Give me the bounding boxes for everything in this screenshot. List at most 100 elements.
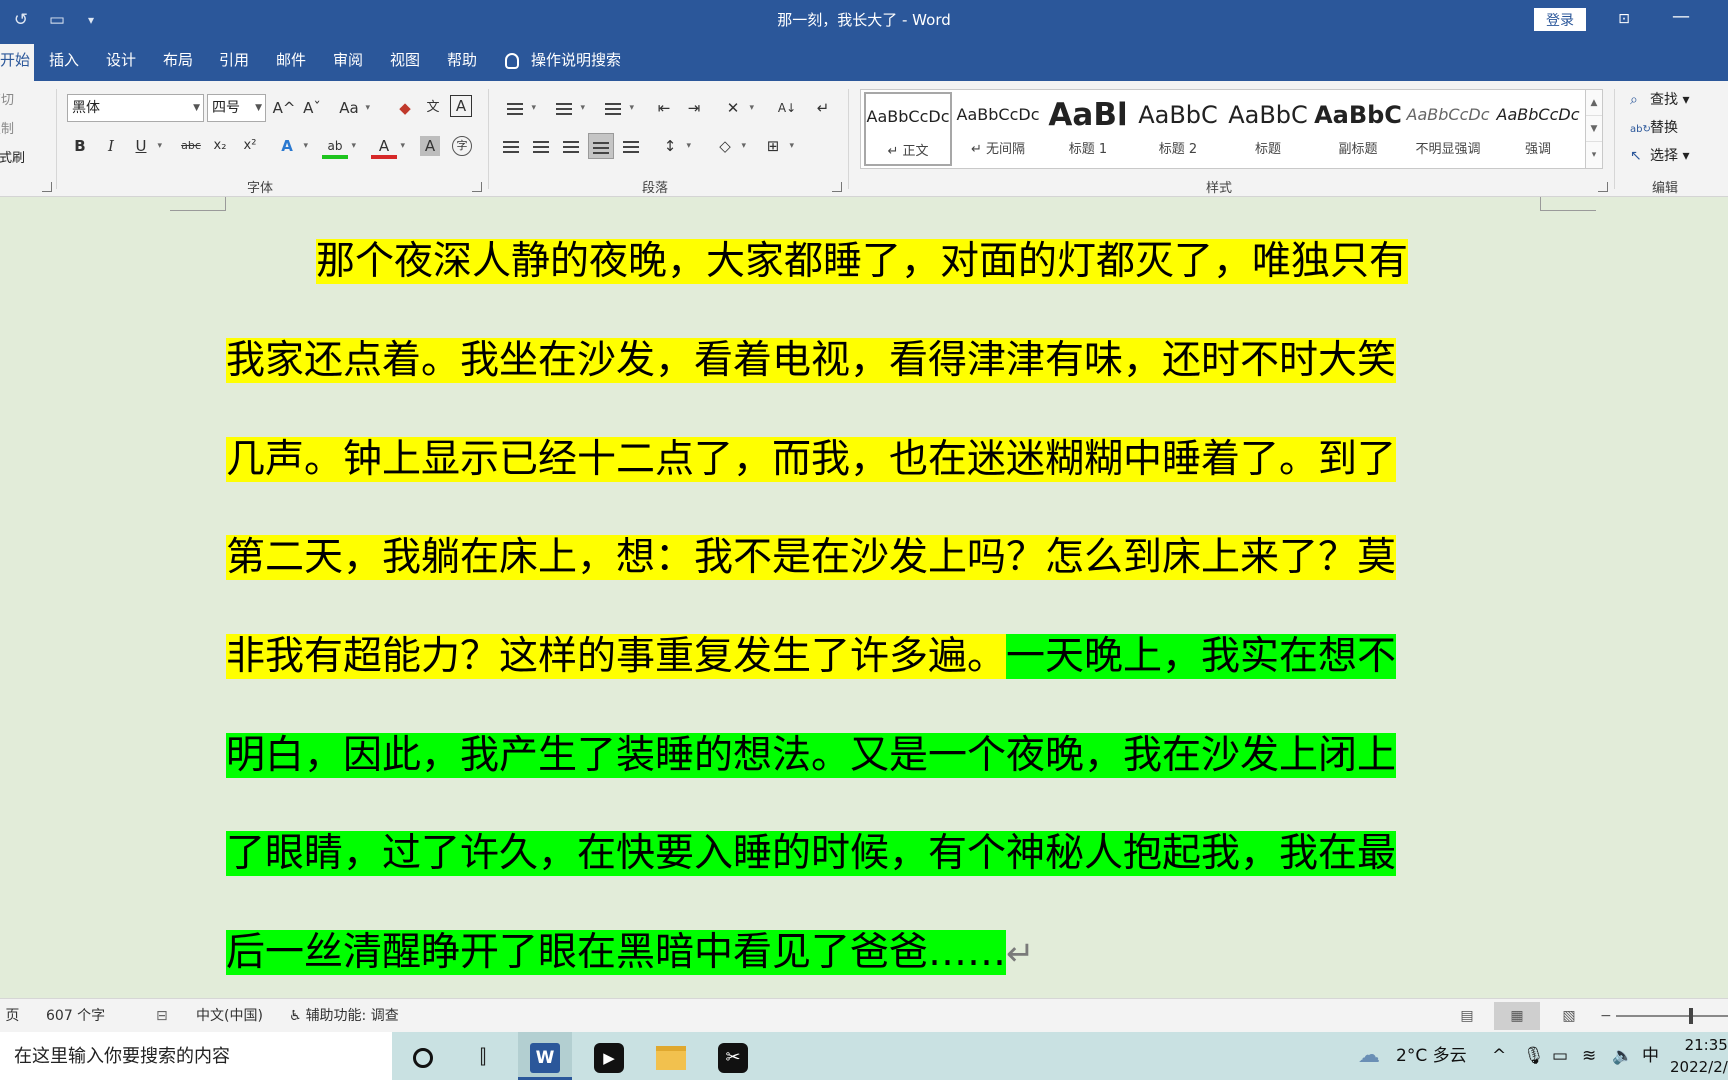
minimize-icon[interactable]: — [1670,6,1692,28]
cortana-icon[interactable] [405,1038,441,1074]
character-border-button[interactable]: A [450,95,472,117]
tab-home[interactable]: 开始 [0,44,34,81]
show-marks-button[interactable]: ↵ [810,95,836,121]
font-name-combo[interactable]: 黑体 ▼ [67,94,204,122]
text-effects-button[interactable]: A [274,133,308,159]
login-button[interactable]: 登录 [1534,8,1586,31]
decrease-indent-button[interactable]: ⇤ [651,95,677,121]
clear-formatting-icon[interactable]: ◆ [392,95,418,121]
shading-button[interactable]: ◇ [712,133,746,159]
style-subtle-emphasis[interactable]: AaBbCcDc 不明显强调 [1404,92,1492,166]
screen-recorder-app-icon[interactable]: ▶ [591,1038,627,1074]
task-view-icon[interactable]: ⫿ [465,1038,501,1074]
weather-status[interactable]: 2°C 多云 [1396,1032,1467,1080]
align-left-button[interactable] [498,133,524,159]
style-title[interactable]: AaBbC 标题 [1224,92,1312,166]
document-line[interactable]: 我家还点着。我坐在沙发，看着电视，看得津津有味，还时不时大笑 [226,332,1540,390]
align-right-button[interactable] [558,133,584,159]
distributed-button[interactable] [618,133,644,159]
borders-button[interactable]: ⊞ [760,133,794,159]
document-line[interactable]: 后一丝清醒睁开了眼在黑暗中看见了爸爸……↵ [226,924,1540,982]
document-line[interactable]: 明白，因此，我产生了装睡的想法。又是一个夜晚，我在沙发上闭上 [226,727,1540,785]
print-layout-icon[interactable]: ▦ [1494,1002,1540,1030]
document-line[interactable]: 了眼睛，过了许久，在快要入睡的时候，有个神秘人抱起我，我在最 [226,825,1540,883]
read-mode-icon[interactable]: ▤ [1444,1002,1490,1030]
tab-insert[interactable]: 插入 [49,40,79,81]
document-line[interactable]: 几声。钟上显示已经十二点了，而我，也在迷迷糊糊中睡着了。到了 [226,431,1540,489]
style-normal[interactable]: AaBbCcDc ↵ 正文 [864,92,952,166]
zoom-slider-knob[interactable] [1689,1008,1693,1024]
copy-button[interactable]: 复制 [0,118,14,137]
enclose-characters-button[interactable]: 字 [452,136,472,156]
style-heading-1[interactable]: AaBl 标题 1 [1044,92,1132,166]
subscript-button[interactable]: x₂ [207,133,233,159]
bold-button[interactable]: B [67,133,93,159]
styles-gallery-scroll[interactable]: ▲ ▼ ▾ [1586,89,1603,169]
paragraph-launcher-icon[interactable] [832,182,842,192]
find-button[interactable]: ⌕ 查找 ▾ [1630,89,1689,109]
cloudy-weather-icon[interactable]: ☁ [1358,1032,1380,1080]
increase-indent-button[interactable]: ⇥ [681,95,707,121]
battery-icon[interactable]: ▭ [1552,1032,1568,1080]
more-styles-icon[interactable]: ▾ [1586,142,1602,168]
italic-button[interactable]: I [98,133,124,159]
word-app-icon[interactable]: W [527,1038,563,1074]
taskbar-search-input[interactable] [0,1032,392,1080]
tab-references[interactable]: 引用 [219,40,249,81]
system-clock[interactable]: 21:35 2022/2/ [1670,1034,1728,1078]
page-count[interactable]: 2 页 [0,999,19,1033]
multilevel-list-button[interactable] [600,95,634,121]
clipboard-launcher-icon[interactable] [42,182,52,192]
wifi-icon[interactable]: ≋ [1582,1032,1596,1080]
style-subtitle[interactable]: AaBbC 副标题 [1314,92,1402,166]
tab-layout[interactable]: 布局 [163,40,193,81]
select-button[interactable]: ↖ 选择 ▾ [1630,145,1689,165]
taskbar-search[interactable] [0,1032,392,1080]
language-indicator[interactable]: 中文(中国) [196,999,263,1033]
document-line[interactable]: 非我有超能力？这样的事重复发生了许多遍。一天晚上，我实在想不 [226,628,1540,686]
tab-mailings[interactable]: 邮件 [276,40,306,81]
zoom-out-icon[interactable]: − [1600,999,1612,1033]
highlight-color-button[interactable]: ab [322,133,356,159]
document-canvas[interactable]: 那个夜深人静的夜晚，大家都睡了，对面的灯都灭了，唯独只有 我家还点着。我坐在沙发… [0,197,1728,998]
document-line[interactable]: 第二天，我躺在床上，想：我不是在沙发上吗？怎么到床上来了？莫 [226,529,1540,587]
align-center-button[interactable] [528,133,554,159]
tab-view[interactable]: 视图 [390,40,420,81]
microphone-icon[interactable]: 🎙 [1523,1032,1545,1080]
proofing-icon[interactable]: ⊟ [156,999,168,1033]
chinese-layout-button[interactable]: ✕ [720,95,754,121]
shrink-font-button[interactable]: Aˇ [299,95,325,121]
replace-button[interactable]: ab↻替换 [1630,117,1678,137]
ime-indicator[interactable]: 中 [1642,1032,1659,1080]
styles-launcher-icon[interactable] [1598,182,1608,192]
capcut-app-icon[interactable]: ✂ [715,1038,751,1074]
volume-icon[interactable]: 🔈 [1612,1032,1633,1080]
line-spacing-button[interactable]: ↕ [657,133,691,159]
bullets-button[interactable] [502,95,536,121]
font-launcher-icon[interactable] [472,182,482,192]
file-explorer-icon[interactable] [653,1038,689,1074]
tab-design[interactable]: 设计 [106,40,136,81]
style-heading-2[interactable]: AaBbC 标题 2 [1134,92,1222,166]
change-case-button[interactable]: Aa [336,95,370,121]
tell-me-search[interactable]: 操作说明搜索 [505,40,621,81]
document-line[interactable]: 那个夜深人静的夜晚，大家都睡了，对面的灯都灭了，唯独只有 [226,233,1540,291]
justify-button[interactable] [588,133,614,159]
grow-font-button[interactable]: A^ [271,95,297,121]
underline-button[interactable]: U [128,133,163,159]
cut-button[interactable]: 剪切 [0,89,14,108]
tab-review[interactable]: 审阅 [333,40,363,81]
scroll-up-icon[interactable]: ▲ [1586,90,1602,116]
style-no-spacing[interactable]: AaBbCcDc ↵ 无间隔 [954,92,1042,166]
tab-help[interactable]: 帮助 [447,40,477,81]
superscript-button[interactable]: x² [237,133,263,159]
web-layout-icon[interactable]: ▧ [1546,1002,1592,1030]
accessibility-status[interactable]: ♿ 辅助功能: 调查 [289,999,399,1033]
character-shading-button[interactable]: A [420,136,440,156]
zoom-slider[interactable] [1616,1015,1728,1017]
scroll-down-icon[interactable]: ▼ [1586,116,1602,142]
style-emphasis[interactable]: AaBbCcDc 强调 [1494,92,1582,166]
strikethrough-button[interactable]: abc [178,133,204,159]
word-count[interactable]: 607 个字 [46,999,105,1033]
font-size-combo[interactable]: 四号 ▼ [207,94,266,122]
